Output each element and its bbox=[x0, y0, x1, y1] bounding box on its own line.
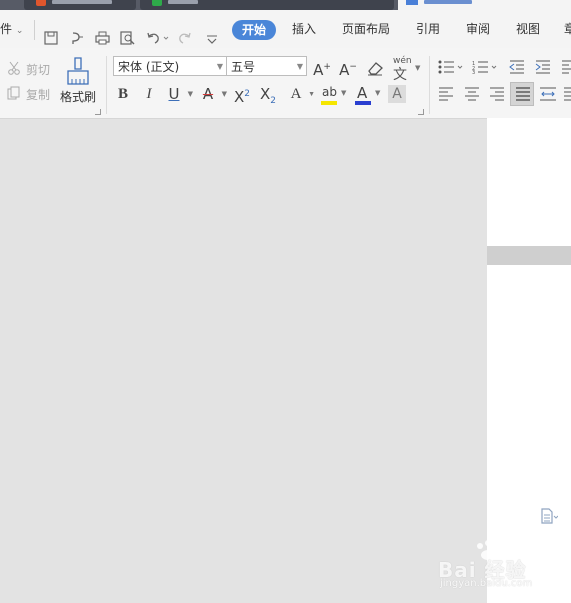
save-icon[interactable] bbox=[44, 31, 58, 45]
menu-divider bbox=[34, 20, 35, 40]
menu-file[interactable]: 件 ⌄ bbox=[0, 21, 23, 37]
text-effect-icon[interactable]: A ▼ bbox=[285, 83, 315, 105]
group-divider bbox=[106, 56, 107, 114]
highlighter-icon: ab bbox=[322, 85, 337, 99]
align-center-icon[interactable] bbox=[464, 87, 480, 101]
presentation-app-icon bbox=[36, 0, 46, 6]
cut-label[interactable]: 剪切 bbox=[26, 61, 50, 78]
redo-icon[interactable] bbox=[178, 31, 192, 45]
superscript-icon[interactable]: X2 bbox=[231, 83, 253, 106]
window-tab[interactable] bbox=[140, 0, 394, 10]
copy-icon[interactable] bbox=[7, 86, 21, 100]
bullets-icon[interactable] bbox=[438, 60, 464, 74]
decrease-indent-icon[interactable] bbox=[509, 60, 525, 74]
document-page[interactable] bbox=[487, 118, 571, 246]
watermark: Bai 经验 jingyan.baidu.com bbox=[438, 540, 568, 590]
print-preview-icon[interactable] bbox=[120, 31, 135, 45]
menu-insert-tab[interactable]: 插入 bbox=[292, 21, 316, 37]
distributed-align-icon[interactable] bbox=[539, 87, 557, 101]
document-view-icon[interactable] bbox=[540, 508, 559, 524]
menu-home-tab[interactable]: 开始 bbox=[232, 20, 276, 40]
subscript-icon[interactable]: X2 bbox=[257, 83, 279, 106]
align-right-icon[interactable] bbox=[489, 87, 505, 101]
chevron-down-icon: ▼ bbox=[341, 89, 347, 97]
font-size-select[interactable]: 五号 ▼ bbox=[226, 56, 307, 76]
pinyin-icon: 文 bbox=[393, 67, 407, 83]
output-pdf-icon[interactable] bbox=[70, 31, 84, 45]
page-gap bbox=[487, 246, 571, 265]
highlight-color-button[interactable]: ab ▼ bbox=[320, 85, 346, 107]
cut-icon[interactable] bbox=[7, 61, 21, 75]
justify-icon bbox=[516, 87, 530, 101]
ribbon-home: 剪切 复制 格式刷 宋体 (正文) ▼ 五号 ▼ A+ A− wén 文 ▼ B… bbox=[0, 48, 571, 119]
menu-review-tab[interactable]: 审阅 bbox=[466, 21, 490, 37]
justify-button[interactable] bbox=[510, 82, 534, 106]
menu-page-layout-tab[interactable]: 页面布局 bbox=[342, 21, 390, 37]
active-window-tab[interactable] bbox=[398, 0, 571, 10]
window-tab[interactable] bbox=[24, 0, 136, 10]
group-divider bbox=[429, 56, 430, 114]
shrink-font-icon[interactable]: A− bbox=[337, 56, 359, 79]
format-painter-icon[interactable] bbox=[66, 57, 90, 85]
spreadsheet-app-icon bbox=[152, 0, 162, 6]
copy-label[interactable]: 复制 bbox=[26, 86, 50, 103]
menu-references-tab[interactable]: 引用 bbox=[416, 21, 440, 37]
text-effect-letter: A bbox=[290, 86, 302, 102]
font-dialog-launcher[interactable] bbox=[418, 109, 424, 115]
clipboard-dialog-launcher[interactable] bbox=[95, 109, 101, 115]
underline-icon[interactable]: U ▼ bbox=[163, 83, 194, 105]
chevron-down-icon: ▼ bbox=[375, 89, 381, 97]
undo-icon[interactable] bbox=[146, 31, 170, 45]
align-left-icon[interactable] bbox=[438, 87, 454, 101]
font-color-swatch bbox=[355, 101, 371, 105]
pinyin-guide-button[interactable]: wén 文 ▼ bbox=[392, 56, 420, 83]
print-icon[interactable] bbox=[95, 31, 110, 45]
clear-formatting-icon[interactable] bbox=[366, 60, 384, 76]
format-painter-label[interactable]: 格式刷 bbox=[60, 88, 96, 105]
chevron-down-icon: ⌄ bbox=[15, 26, 24, 36]
font-name-value: 宋体 (正文) bbox=[118, 60, 180, 74]
line-spacing-icon[interactable] bbox=[563, 87, 571, 101]
writer-app-icon bbox=[406, 0, 418, 5]
chevron-down-icon: ▼ bbox=[415, 64, 421, 72]
increase-indent-icon[interactable] bbox=[535, 60, 551, 74]
chevron-down-icon: ▼ bbox=[216, 62, 223, 71]
menu-chapter-tab[interactable]: 章 bbox=[564, 21, 571, 37]
watermark-subtext: jingyan.baidu.com bbox=[440, 578, 533, 589]
font-name-select[interactable]: 宋体 (正文) ▼ bbox=[113, 56, 227, 76]
window-tab-title bbox=[52, 0, 112, 4]
svg-text:3: 3 bbox=[472, 70, 475, 74]
numbering-icon[interactable]: 123 bbox=[472, 60, 498, 74]
menu-view-tab[interactable]: 视图 bbox=[516, 21, 540, 37]
text-direction-icon[interactable] bbox=[561, 60, 571, 74]
font-color-icon: A bbox=[357, 84, 368, 102]
character-shading-icon[interactable]: A bbox=[388, 85, 406, 103]
font-color-button[interactable]: A ▼ bbox=[354, 84, 380, 107]
bold-icon[interactable]: B bbox=[112, 83, 134, 105]
menu-file-label: 件 bbox=[0, 22, 13, 36]
highlight-color-swatch bbox=[321, 101, 337, 105]
customize-quick-access-icon[interactable] bbox=[206, 34, 218, 44]
chevron-down-icon: ▼ bbox=[296, 62, 303, 71]
window-tab-title bbox=[424, 0, 472, 4]
menu-bar: 件 ⌄ 开始 插入 页面布局 引用 审阅 视图 章 bbox=[0, 10, 571, 48]
italic-icon[interactable]: I bbox=[138, 83, 160, 105]
strikethrough-icon[interactable]: A ▼ bbox=[197, 83, 227, 105]
grow-font-icon[interactable]: A+ bbox=[311, 56, 333, 79]
window-tab-title bbox=[168, 0, 198, 4]
font-size-value: 五号 bbox=[231, 60, 256, 74]
window-tab-strip bbox=[0, 0, 571, 10]
